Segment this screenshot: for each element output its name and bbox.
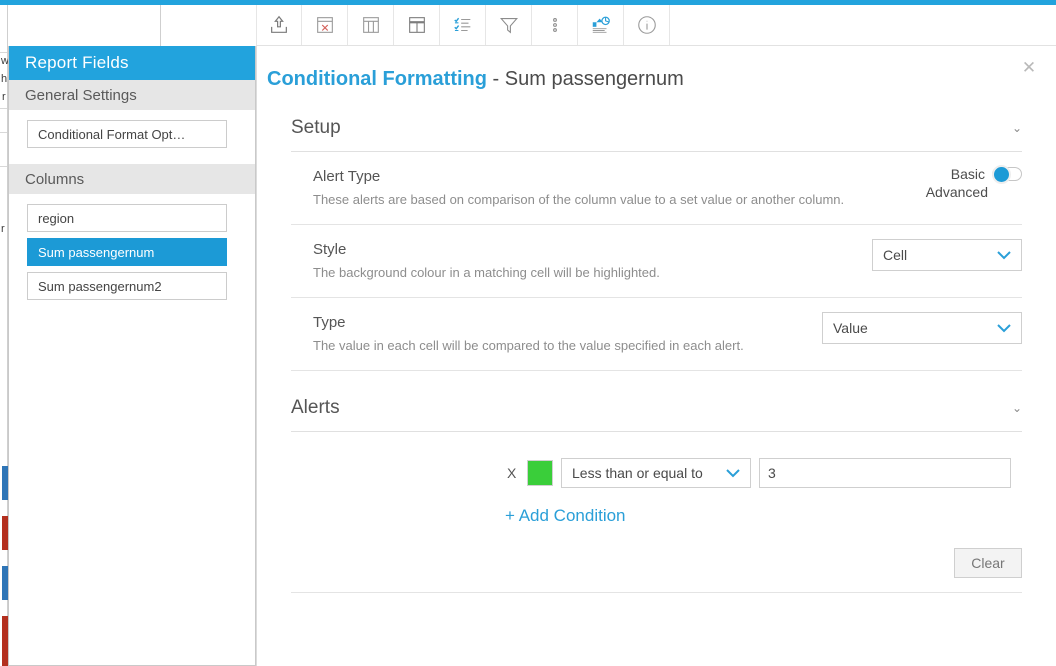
- column-item-sum-passengernum2[interactable]: Sum passengernum2: [27, 272, 227, 300]
- type-select[interactable]: Value: [822, 312, 1022, 344]
- toggle-knob: [992, 165, 1011, 184]
- clear-button[interactable]: Clear: [954, 548, 1022, 578]
- condition-operator-select[interactable]: Less than or equal to: [561, 458, 751, 488]
- chevron-down-icon: [726, 469, 740, 478]
- section-general-settings[interactable]: General Settings: [9, 80, 255, 110]
- filter-icon[interactable]: [486, 5, 532, 45]
- alert-type-toggle[interactable]: [992, 165, 1022, 184]
- chevron-down-icon: [997, 251, 1011, 260]
- column-item-region[interactable]: region: [27, 204, 227, 232]
- chevron-down-icon[interactable]: ⌄: [1012, 121, 1022, 135]
- field-conditional-format-options[interactable]: Conditional Format Opt…: [27, 120, 227, 148]
- group-panel-icon[interactable]: [394, 5, 440, 45]
- app-root: w h r r Report Fields General Settings C…: [0, 0, 1056, 666]
- export-icon[interactable]: [256, 5, 302, 45]
- add-condition-button[interactable]: + Add Condition: [291, 506, 1022, 526]
- type-description: The value in each cell will be compared …: [313, 338, 744, 353]
- style-select-value: Cell: [883, 247, 908, 263]
- alert-type-toggle-group: Basic Advanced: [862, 165, 1022, 200]
- dialog-title-separator: -: [486, 68, 505, 90]
- remove-condition-button[interactable]: X: [507, 465, 519, 481]
- condition-color-swatch[interactable]: [527, 460, 553, 486]
- dialog-title-sub: Sum passengernum: [504, 68, 684, 90]
- style-description: The background colour in a matching cell…: [313, 265, 660, 280]
- dialog-title-main: Conditional Formatting: [267, 68, 487, 90]
- report-text-fragment: r: [2, 91, 6, 103]
- type-select-value: Value: [833, 320, 868, 336]
- type-row: Type The value in each cell will be comp…: [291, 298, 1022, 371]
- setup-section-header: Setup ⌄: [291, 117, 1022, 152]
- alerts-footer: Clear: [291, 548, 1022, 593]
- alert-type-row: Alert Type These alerts are based on com…: [291, 152, 1022, 225]
- delete-table-icon[interactable]: [302, 5, 348, 45]
- report-fields-panel: Report Fields General Settings Condition…: [8, 46, 256, 666]
- alert-type-description: These alerts are based on comparison of …: [313, 192, 845, 207]
- columns-icon[interactable]: [348, 5, 394, 45]
- checklist-icon[interactable]: [440, 5, 486, 45]
- general-fields-list: Conditional Format Opt…: [9, 110, 255, 164]
- dialog-title: Conditional Formatting - Sum passengernu…: [257, 46, 1056, 91]
- condition-row: X Less than or equal to: [291, 458, 1022, 488]
- alerts-heading: Alerts: [291, 397, 340, 418]
- condition-value-input[interactable]: [759, 458, 1011, 488]
- alert-type-advanced-label[interactable]: Advanced: [862, 184, 1022, 200]
- close-icon[interactable]: ✕: [1018, 56, 1040, 78]
- alert-type-basic-label: Basic: [950, 166, 985, 182]
- alerts-body: X Less than or equal to + Add Condition: [291, 432, 1022, 526]
- column-item-sum-passengernum[interactable]: Sum passengernum: [27, 238, 227, 266]
- condition-operator-value: Less than or equal to: [572, 465, 703, 481]
- more-options-icon[interactable]: [532, 5, 578, 45]
- toolbar: [256, 5, 1056, 46]
- chevron-down-icon[interactable]: ⌄: [1012, 401, 1022, 415]
- report-text-fragment: h: [1, 73, 8, 85]
- chevron-down-icon: [997, 324, 1011, 333]
- info-icon[interactable]: [624, 5, 670, 45]
- panel-title: Report Fields: [9, 46, 255, 80]
- style-row: Style The background colour in a matchin…: [291, 225, 1022, 298]
- report-text-fragment: r: [1, 223, 5, 235]
- section-columns[interactable]: Columns: [9, 164, 255, 194]
- setup-heading: Setup: [291, 117, 341, 138]
- conditional-formatting-dialog: ✕ Conditional Formatting - Sum passenger…: [256, 46, 1056, 666]
- alert-type-basic-line: Basic: [862, 165, 1022, 184]
- columns-list: region Sum passengernum Sum passengernum…: [9, 194, 255, 316]
- style-select[interactable]: Cell: [872, 239, 1022, 271]
- alerts-section-header: Alerts ⌄: [291, 397, 1022, 432]
- chart-report-icon[interactable]: [578, 5, 624, 45]
